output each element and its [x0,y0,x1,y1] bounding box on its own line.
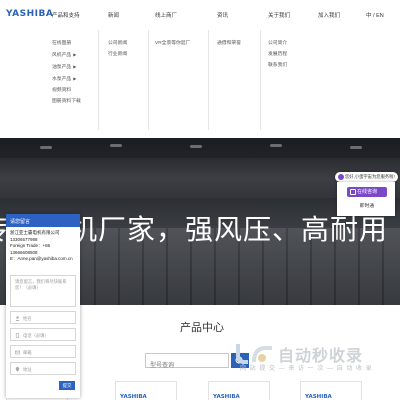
menu-item-oil-pump-products[interactable]: 油泵产品 ▶ [52,61,81,73]
ceiling-light [110,144,122,147]
address-field[interactable]: 地址 [10,362,76,375]
name-field[interactable]: 姓名 [10,311,76,324]
company-email: E：Anne.pan@yashiba.com.cn [10,256,73,261]
nav-about[interactable]: 关于我们 [268,11,290,19]
location-icon [15,367,20,372]
menu-divider [148,30,149,130]
menu-item-fan-products[interactable]: 风机产品 ▶ [52,49,81,61]
online-consult-label: 在线咨询 [357,189,378,195]
menu-item-company-news[interactable]: 公司新闻 [108,38,127,49]
message-textarea[interactable]: 请您留言，我们将尽快联系您！（必填） [10,275,76,307]
product-brand: YASHIBA [213,394,240,400]
nav-info[interactable]: 资讯 [217,11,228,19]
nav-news[interactable]: 新闻 [108,11,119,19]
email-field[interactable]: 邮箱 [10,345,76,358]
menu-item-company-profile[interactable]: 公司简介 [268,38,287,49]
user-icon [15,316,20,321]
site-header: YASHIBA 产品和支持 新闻 线上商厂 资讯 关于我们 加入我们 中 / E… [0,0,400,30]
phone-icon [15,333,20,338]
watermark: 自动秒收录 网 站 提 交 — 来 访 一 次 — 自 动 收 录 [228,338,398,380]
triangle-right-icon: ▶ [73,64,77,69]
triangle-right-icon: ▶ [73,52,77,57]
phone-field[interactable]: 电话（必填） [10,328,76,341]
company-info: 浙江亚士霸电机有限公司 13306577988 Foreign Trade：+8… [6,227,80,263]
menu-divider [98,30,99,130]
phone-placeholder: 电话（必填） [23,333,49,338]
menu-shop-column: VR全景等你逛厂 [155,38,190,49]
menu-about-column: 公司简介 发展历程 联系我们 [268,38,287,71]
ceiling-light [350,146,362,149]
nav-join[interactable]: 加入我们 [318,11,340,19]
menu-item-industry-news[interactable]: 行业新闻 [108,49,127,60]
menu-item-online-catalog[interactable]: 在线图册 [52,38,81,49]
online-service-banner[interactable]: 您好,小蛋宇宙为您服务啦! [335,172,398,182]
menu-item-honors[interactable]: 通借和荣誉 [217,38,241,49]
online-consult-card: 在线咨询 即时通 [337,182,395,216]
menu-divider [208,30,209,130]
menu-item-water-pump-products[interactable]: 水泵产品 ▶ [52,73,81,85]
menu-news-column: 公司新闻 行业新闻 [108,38,127,60]
online-consult-button[interactable]: 在线咨询 [347,187,387,197]
message-panel-header: 请您留言 [6,214,80,227]
product-card[interactable]: YASHIBA [300,381,362,400]
ceiling-light [190,145,202,148]
logo[interactable]: YASHIBA [6,9,53,19]
menu-info-column: 通借和荣誉 [217,38,241,49]
ceiling-light [270,144,282,147]
product-center-title: 产品中心 [180,322,224,334]
menu-products-column: 在线图册 风机产品 ▶ 油泵产品 ▶ 水泵产品 ▶ 视频资料 图册资料下载 [52,38,81,107]
menu-item-contact[interactable]: 联系我们 [268,60,287,71]
online-service-banner-text: 您好,小蛋宇宙为您服务啦! [345,174,395,179]
ceiling-light [40,146,52,149]
product-brand: YASHIBA [305,394,332,400]
model-search-field[interactable] [145,353,229,373]
mail-icon [15,350,20,355]
nav-products[interactable]: 产品和支持 [52,11,80,19]
name-placeholder: 姓名 [23,316,32,321]
address-placeholder: 地址 [23,367,32,372]
nav-online-shop[interactable]: 线上商厂 [155,11,177,19]
model-search-input[interactable] [146,359,228,373]
product-card[interactable]: YASHIBA [208,381,270,400]
triangle-right-icon: ▶ [73,76,77,81]
menu-item-catalog-download[interactable]: 图册资料下载 [52,96,81,107]
service-avatar-icon [338,174,344,180]
foreign-trade-phone: Foreign Trade：+86 13666608508 [10,243,51,255]
chat-bubble-icon [350,189,356,195]
menu-divider [260,30,261,130]
submit-button[interactable]: 提交 [59,381,75,390]
language-switch[interactable]: 中 / EN [366,11,384,19]
watermark-subtitle: 网 站 提 交 — 来 访 一 次 — 自 动 收 录 [240,366,373,372]
menu-item-vr-tour[interactable]: VR全景等你逛厂 [155,38,190,49]
instant-chat-link[interactable]: 即时通 [347,202,387,209]
menu-item-history[interactable]: 发展历程 [268,49,287,60]
email-placeholder: 邮箱 [23,350,32,355]
menu-item-videos[interactable]: 视频资料 [52,85,81,96]
product-card[interactable]: YASHIBA [115,381,177,400]
product-brand: YASHIBA [120,394,147,400]
